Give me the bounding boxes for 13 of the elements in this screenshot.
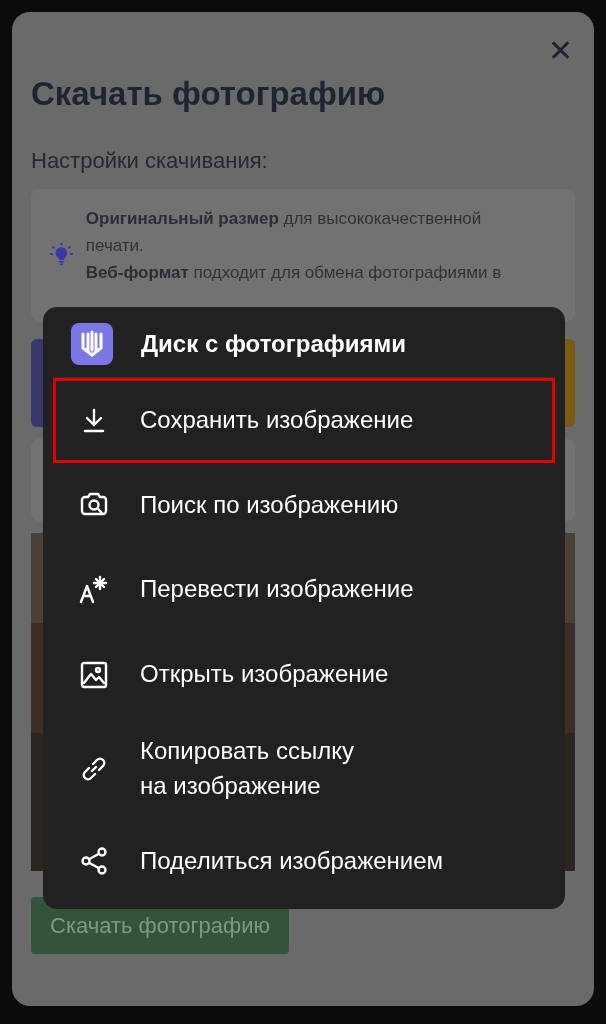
app-icon xyxy=(71,323,113,365)
menu-item[interactable]: Перевести изображение xyxy=(53,547,555,632)
menu-item[interactable]: Копировать ссылку на изображение xyxy=(53,717,555,821)
lightbulb-icon xyxy=(49,241,74,268)
info-text: Оригинальный размер для высококачественной печати. Веб-формат подходит для обмена фотографиями в xyxy=(85,207,503,284)
menu-item[interactable]: Поиск по изображению xyxy=(53,463,555,547)
menu-header: Диск с фотографиями xyxy=(141,329,406,359)
dialog-title: Скачать фотографию xyxy=(31,74,387,114)
menu-item[interactable]: Сохранить изображение xyxy=(53,378,555,463)
share-icon xyxy=(78,845,110,877)
settings-label: Настройки скачивания: xyxy=(31,146,269,175)
translate-icon xyxy=(78,573,110,606)
menu-item[interactable]: Открыть изображение xyxy=(53,632,555,717)
